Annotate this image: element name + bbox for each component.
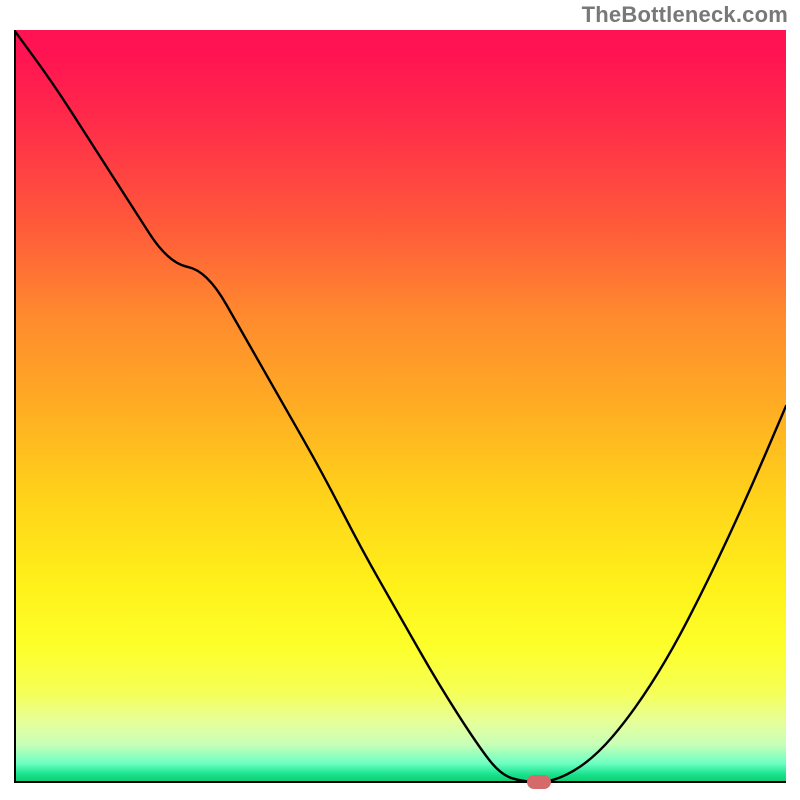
minimum-marker bbox=[527, 775, 551, 789]
y-axis bbox=[14, 30, 16, 783]
line-series bbox=[14, 30, 786, 782]
x-axis bbox=[14, 781, 786, 783]
curve-path bbox=[14, 30, 786, 782]
plot-area bbox=[14, 30, 786, 782]
chart-container: TheBottleneck.com bbox=[0, 0, 800, 800]
attribution-text: TheBottleneck.com bbox=[582, 2, 788, 28]
